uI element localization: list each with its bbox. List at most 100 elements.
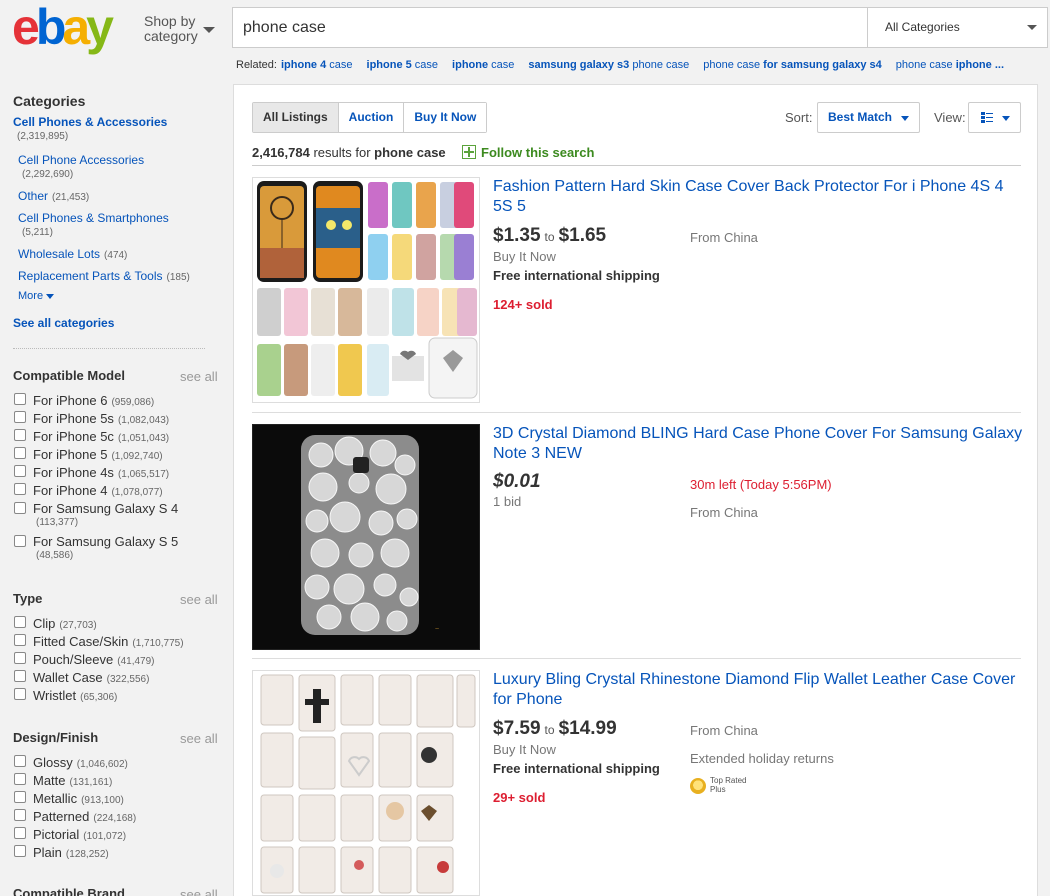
chevron-down-icon[interactable] — [203, 27, 215, 33]
checkbox[interactable] — [14, 535, 26, 547]
tab-all-listings[interactable]: All Listings — [253, 103, 339, 132]
checkbox[interactable] — [14, 393, 26, 405]
sort-value: Best Match — [828, 110, 893, 124]
type-heading: Type — [13, 591, 43, 606]
filter-label[interactable]: For iPhone 5c (1,051,043) — [33, 429, 169, 444]
view-label: View: — [934, 110, 966, 125]
more-categories-link[interactable]: More — [18, 290, 55, 302]
item-image[interactable] — [252, 670, 480, 896]
filter-label[interactable]: For Samsung Galaxy S 4 — [33, 501, 178, 516]
item-title-link[interactable]: Luxury Bling Crystal Rhinestone Diamond … — [493, 670, 1023, 710]
checkbox[interactable] — [14, 634, 26, 646]
ebay-logo[interactable]: ebay — [12, 2, 114, 52]
related-link[interactable]: iphone 4 case — [281, 59, 353, 71]
checkbox[interactable] — [14, 827, 26, 839]
item-format: Buy It Now — [493, 742, 556, 757]
results-panel: All Listings Auction Buy It Now Sort: Be… — [233, 84, 1038, 896]
see-all-link[interactable]: see all — [180, 369, 218, 384]
filter-label[interactable]: Plain (128,252) — [33, 845, 109, 860]
item-image[interactable]: ~ — [252, 424, 480, 650]
item-title-link[interactable]: Fashion Pattern Hard Skin Case Cover Bac… — [493, 177, 1023, 217]
filter-label[interactable]: Glossy (1,046,602) — [33, 755, 128, 770]
checkbox[interactable] — [14, 447, 26, 459]
item-time-left: 30m left (Today 5:56PM) — [690, 477, 832, 492]
item-title-link[interactable]: 3D Crystal Diamond BLING Hard Case Phone… — [493, 424, 1023, 464]
item-location: From China — [690, 230, 758, 245]
filter-label[interactable]: Fitted Case/Skin (1,710,775) — [33, 634, 184, 649]
filter-label[interactable]: Pouch/Sleeve (41,479) — [33, 652, 154, 667]
checkbox[interactable] — [14, 791, 26, 803]
related-link[interactable]: phone case iphone ... — [896, 59, 1004, 71]
filter-label[interactable]: Wallet Case (322,556) — [33, 670, 149, 685]
see-all-link[interactable]: see all — [180, 887, 218, 896]
see-all-categories-link[interactable]: See all categories — [13, 316, 114, 330]
chevron-down-icon — [1027, 25, 1037, 30]
see-all-link[interactable]: see all — [180, 592, 218, 607]
shop-by-category-button[interactable]: Shop by category — [144, 14, 198, 44]
related-link[interactable]: samsung galaxy s3 phone case — [528, 59, 689, 71]
item-location: From China — [690, 723, 758, 738]
checkbox[interactable] — [14, 483, 26, 495]
category-count: (2,292,690) — [22, 169, 74, 180]
filter-label[interactable]: For iPhone 5 (1,092,740) — [33, 447, 163, 462]
related-searches: Related: iphone 4 case iphone 5 case iphone… — [236, 59, 1036, 71]
filter-label[interactable]: For iPhone 6 (959,086) — [33, 393, 154, 408]
filter-label[interactable]: Metallic (913,100) — [33, 791, 124, 806]
checkbox[interactable] — [14, 688, 26, 700]
checkbox[interactable] — [14, 755, 26, 767]
category-link-wholesale[interactable]: Wholesale Lots (474) — [18, 247, 127, 261]
checkbox[interactable] — [14, 845, 26, 857]
filter-label[interactable]: Clip (27,703) — [33, 616, 97, 631]
item-image[interactable] — [252, 177, 480, 403]
item-location: From China — [690, 505, 758, 520]
checkbox[interactable] — [14, 670, 26, 682]
checkbox[interactable] — [14, 465, 26, 477]
related-link[interactable]: iphone case — [452, 59, 514, 71]
checkbox[interactable] — [14, 411, 26, 423]
filter-label[interactable]: Matte (131,161) — [33, 773, 112, 788]
filter-label[interactable]: For iPhone 4 (1,078,077) — [33, 483, 163, 498]
filter-label[interactable]: For iPhone 5s (1,082,043) — [33, 411, 169, 426]
filter-label[interactable]: For iPhone 4s (1,065,517) — [33, 465, 169, 480]
checkbox[interactable] — [14, 809, 26, 821]
category-link-smartphones[interactable]: Cell Phones & Smartphones — [18, 211, 169, 225]
categories-heading: Categories — [13, 93, 86, 109]
related-link[interactable]: iphone 5 case — [367, 59, 439, 71]
checkbox[interactable] — [14, 616, 26, 628]
category-select-value: All Categories — [885, 20, 960, 34]
divider — [252, 412, 1021, 413]
sidebar: Categories Cell Phones & Accessories (2,… — [0, 86, 222, 896]
search-input[interactable] — [243, 8, 843, 47]
category-link-cell-phones[interactable]: Cell Phones & Accessories — [13, 115, 167, 129]
item-shipping: Free international shipping — [493, 268, 660, 283]
result-count: 2,416,784 results for phone case — [252, 145, 446, 160]
filter-label[interactable]: For Samsung Galaxy S 5 — [33, 534, 178, 549]
filter-label[interactable]: Wristlet (65,306) — [33, 688, 117, 703]
tab-auction[interactable]: Auction — [338, 103, 405, 132]
category-link-accessories[interactable]: Cell Phone Accessories — [18, 153, 144, 167]
category-link-other[interactable]: Other (21,453) — [18, 189, 89, 203]
item-sold: 29+ sold — [493, 790, 546, 805]
chevron-down-icon — [46, 293, 55, 299]
search-box[interactable] — [232, 7, 868, 48]
divider — [13, 348, 205, 349]
item-returns: Extended holiday returns — [690, 751, 834, 766]
checkbox[interactable] — [14, 652, 26, 664]
filter-label[interactable]: Patterned (224,168) — [33, 809, 136, 824]
follow-search-link[interactable]: Follow this search — [462, 145, 594, 160]
related-label: Related: — [236, 59, 277, 71]
checkbox[interactable] — [14, 429, 26, 441]
checkbox[interactable] — [14, 773, 26, 785]
item-format: Buy It Now — [493, 249, 556, 264]
view-dropdown[interactable] — [968, 102, 1021, 133]
category-link-parts[interactable]: Replacement Parts & Tools (185) — [18, 269, 190, 283]
checkbox[interactable] — [14, 502, 26, 514]
filter-label[interactable]: Pictorial (101,072) — [33, 827, 126, 842]
item-price: $1.35 to $1.65 — [493, 225, 607, 246]
divider — [252, 658, 1021, 659]
tab-buy-it-now[interactable]: Buy It Now — [404, 103, 487, 132]
see-all-link[interactable]: see all — [180, 731, 218, 746]
related-link[interactable]: phone case for samsung galaxy s4 — [703, 59, 882, 71]
sort-dropdown[interactable]: Best Match — [817, 102, 920, 133]
category-select[interactable]: All Categories — [867, 7, 1048, 48]
